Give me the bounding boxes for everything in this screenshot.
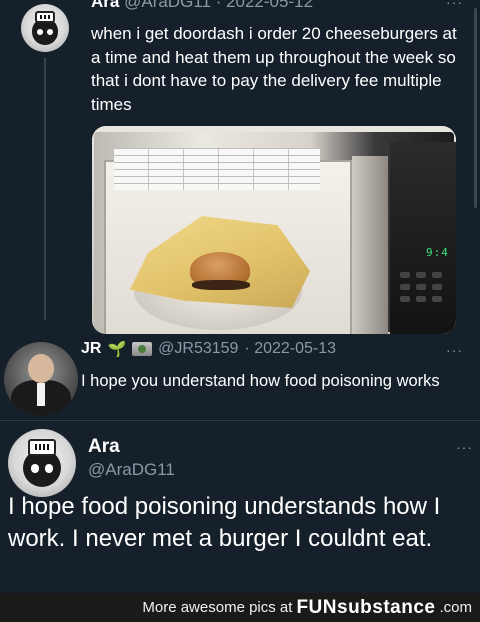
avatar-eye — [31, 464, 40, 473]
avatar-jr[interactable] — [4, 342, 78, 416]
money-icon — [132, 342, 153, 356]
tweet-date[interactable]: · 2022-05-13 — [244, 340, 336, 358]
avatar-head — [27, 353, 55, 384]
tweet-header: JR 🌱 @JR53159 · 2022-05-13 — [81, 340, 336, 358]
user-handle[interactable]: @JR53159 — [158, 340, 238, 358]
user-handle[interactable]: @AraDG11 — [88, 460, 175, 480]
display-name[interactable]: Ara — [91, 0, 119, 11]
more-options-icon[interactable]: ··· — [456, 439, 473, 455]
tweet-media-image[interactable]: 9:4 — [92, 126, 456, 334]
microwave-door-edge — [352, 156, 388, 334]
tweet-original[interactable]: Ara @AraDG11 · 2022-05-12 ··· when i get… — [0, 0, 480, 340]
keypad-button — [400, 272, 410, 278]
avatar-shirt — [36, 383, 46, 406]
tweet-main[interactable]: Ara @AraDG11 ··· I hope food poisoning u… — [0, 421, 480, 591]
keypad-button — [416, 272, 426, 278]
avatar-barcode-hat — [35, 10, 55, 24]
keypad-button — [432, 272, 442, 278]
watermark-footer: More awesome pics at FUNsubstance .com — [0, 593, 480, 622]
keypad-button — [400, 284, 410, 290]
avatar-barcode-hat — [28, 438, 56, 457]
burger-patty — [192, 280, 250, 290]
keypad-button — [416, 284, 426, 290]
microwave-control-panel — [390, 142, 456, 334]
tweet-text: I hope food poisoning understands how I … — [8, 493, 441, 552]
seedling-icon: 🌱 — [107, 341, 127, 358]
keypad-button — [432, 284, 442, 290]
avatar-eye — [46, 28, 53, 35]
watermark-brand-fun: FUN — [296, 596, 337, 618]
thread-line — [44, 58, 46, 320]
display-name[interactable]: Ara — [88, 436, 120, 458]
microwave: 9:4 — [94, 132, 456, 334]
keypad-button — [432, 296, 442, 302]
avatar-eye — [44, 464, 53, 473]
tweet-date[interactable]: · 2022-05-12 — [216, 0, 313, 11]
keypad-button — [400, 296, 410, 302]
watermark-brand: FUNsubstance — [296, 597, 435, 619]
user-handle[interactable]: @AraDG11 — [124, 0, 211, 11]
more-options-icon[interactable]: ··· — [446, 0, 463, 10]
watermark-text: More awesome pics at — [142, 599, 293, 616]
tweet-text: when i get doordash i order 20 cheesebur… — [91, 24, 457, 114]
display-name[interactable]: JR — [81, 340, 101, 358]
keypad-button — [416, 296, 426, 302]
avatar-ara[interactable] — [21, 4, 69, 52]
microwave-instruction-label — [114, 148, 320, 190]
tweet-text: I hope you understand how food poisoning… — [81, 372, 440, 390]
avatar-eye — [37, 28, 44, 35]
avatar-ara[interactable] — [8, 429, 76, 497]
watermark-domain: .com — [439, 599, 472, 616]
tweet-reply[interactable]: JR 🌱 @JR53159 · 2022-05-13 ··· I hope yo… — [0, 340, 480, 420]
more-options-icon[interactable]: ··· — [446, 342, 463, 358]
tweet-header: Ara @AraDG11 · 2022-05-12 — [91, 0, 313, 12]
watermark-brand-substance: substance — [337, 596, 436, 618]
microwave-clock: 9:4 — [426, 246, 449, 259]
